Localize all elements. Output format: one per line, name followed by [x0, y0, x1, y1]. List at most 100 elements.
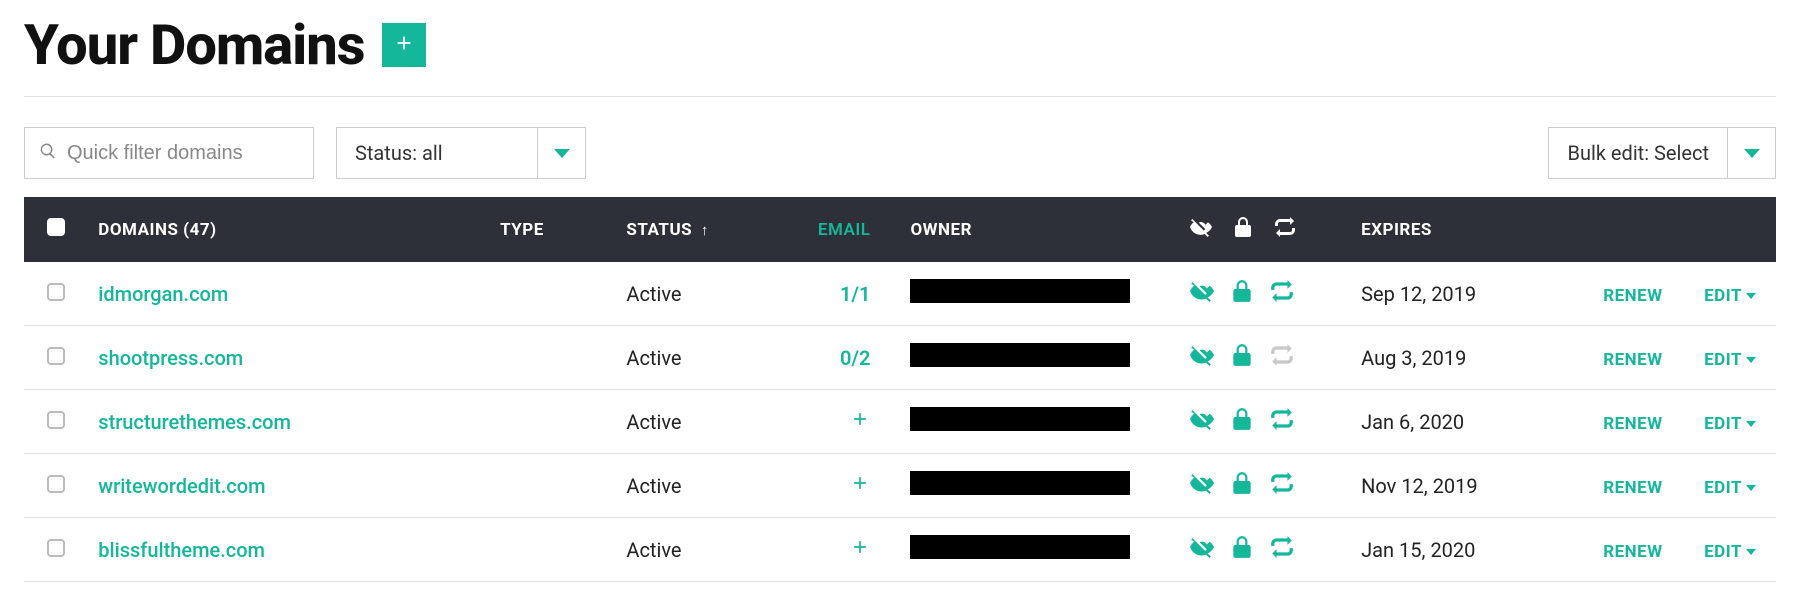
- bulk-edit-caret[interactable]: [1727, 128, 1775, 178]
- chevron-down-icon: [1746, 421, 1756, 427]
- select-all-checkbox[interactable]: [47, 218, 65, 236]
- renew-button[interactable]: RENEW: [1603, 542, 1662, 562]
- add-domain-button[interactable]: [382, 23, 426, 67]
- sort-ascending-icon: ↑: [701, 221, 709, 239]
- edit-button[interactable]: EDIT: [1704, 350, 1756, 370]
- add-email-button[interactable]: [850, 474, 870, 498]
- col-flags: [1179, 197, 1351, 262]
- col-domains[interactable]: DOMAINS (47): [88, 197, 490, 262]
- row-checkbox[interactable]: [47, 411, 65, 429]
- renew-button[interactable]: RENEW: [1603, 350, 1662, 370]
- domain-link[interactable]: writewordedit.com: [98, 474, 265, 498]
- renew-button[interactable]: RENEW: [1603, 478, 1662, 498]
- lock-icon[interactable]: [1229, 406, 1255, 437]
- type-cell: [490, 262, 616, 326]
- chevron-down-icon: [1746, 357, 1756, 363]
- row-checkbox[interactable]: [47, 283, 65, 301]
- owner-redacted: [910, 535, 1130, 559]
- chevron-down-icon: [1746, 293, 1756, 299]
- type-cell: [490, 454, 616, 518]
- col-status[interactable]: STATUS ↑: [616, 197, 788, 262]
- bulk-edit-dropdown[interactable]: Bulk edit: Select: [1548, 127, 1776, 179]
- renew-button[interactable]: RENEW: [1603, 286, 1662, 306]
- chevron-down-icon: [1746, 549, 1756, 555]
- privacy-icon: [1189, 215, 1213, 244]
- status-cell: Active: [616, 262, 788, 326]
- expires-cell: Jan 15, 2020: [1351, 518, 1558, 582]
- autorenew-icon: [1273, 215, 1297, 244]
- edit-label: EDIT: [1704, 414, 1742, 434]
- table-row: idmorgan.com Active 1/1 Sep 12, 2019 REN…: [24, 262, 1776, 326]
- type-cell: [490, 326, 616, 390]
- table-row: blissfultheme.com Active Jan 15, 2020 RE…: [24, 518, 1776, 582]
- page-title: Your Domains: [24, 12, 364, 78]
- privacy-icon[interactable]: [1189, 406, 1215, 437]
- row-checkbox[interactable]: [47, 347, 65, 365]
- privacy-icon[interactable]: [1189, 470, 1215, 501]
- lock-icon: [1231, 215, 1255, 244]
- expires-cell: Aug 3, 2019: [1351, 326, 1558, 390]
- type-cell: [490, 390, 616, 454]
- table-row: structurethemes.com Active Jan 6, 2020 R…: [24, 390, 1776, 454]
- edit-button[interactable]: EDIT: [1704, 542, 1756, 562]
- bulk-edit-label: Bulk edit: Select: [1549, 128, 1727, 178]
- lock-icon[interactable]: [1229, 278, 1255, 309]
- domain-link[interactable]: blissfultheme.com: [98, 538, 265, 562]
- plus-icon: [393, 32, 415, 58]
- renew-button[interactable]: RENEW: [1603, 414, 1662, 434]
- edit-label: EDIT: [1704, 286, 1742, 306]
- edit-label: EDIT: [1704, 350, 1742, 370]
- edit-label: EDIT: [1704, 542, 1742, 562]
- table-row: writewordedit.com Active Nov 12, 2019 RE…: [24, 454, 1776, 518]
- lock-icon[interactable]: [1229, 534, 1255, 565]
- lock-icon[interactable]: [1229, 470, 1255, 501]
- edit-button[interactable]: EDIT: [1704, 414, 1756, 434]
- table-row: shootpress.com Active 0/2 Aug 3, 2019 RE…: [24, 326, 1776, 390]
- row-checkbox[interactable]: [47, 539, 65, 557]
- status-cell: Active: [616, 518, 788, 582]
- chevron-down-icon: [1746, 485, 1756, 491]
- chevron-down-icon: [1744, 149, 1760, 158]
- controls-bar: Status: all Bulk edit: Select: [24, 127, 1776, 179]
- col-owner[interactable]: OWNER: [880, 197, 1179, 262]
- row-checkbox[interactable]: [47, 475, 65, 493]
- search-icon: [39, 141, 57, 165]
- expires-cell: Jan 6, 2020: [1351, 390, 1558, 454]
- status-filter-dropdown[interactable]: Status: all: [336, 127, 586, 179]
- col-type[interactable]: TYPE: [490, 197, 616, 262]
- add-email-button[interactable]: [850, 538, 870, 562]
- lock-icon[interactable]: [1229, 342, 1255, 373]
- add-email-button[interactable]: [850, 410, 870, 434]
- edit-label: EDIT: [1704, 478, 1742, 498]
- autorenew-icon[interactable]: [1269, 406, 1295, 437]
- autorenew-icon[interactable]: [1269, 278, 1295, 309]
- privacy-icon[interactable]: [1189, 278, 1215, 309]
- domain-link[interactable]: structurethemes.com: [98, 410, 291, 434]
- status-filter-caret[interactable]: [537, 128, 585, 178]
- expires-cell: Sep 12, 2019: [1351, 262, 1558, 326]
- autorenew-icon[interactable]: [1269, 534, 1295, 565]
- privacy-icon[interactable]: [1189, 342, 1215, 373]
- edit-button[interactable]: EDIT: [1704, 286, 1756, 306]
- email-count[interactable]: 1/1: [840, 282, 870, 306]
- page-header: Your Domains: [24, 0, 1776, 97]
- autorenew-icon[interactable]: [1269, 342, 1295, 373]
- search-box[interactable]: [24, 127, 314, 179]
- status-cell: Active: [616, 326, 788, 390]
- col-status-label: STATUS: [626, 220, 692, 240]
- edit-button[interactable]: EDIT: [1704, 478, 1756, 498]
- expires-cell: Nov 12, 2019: [1351, 454, 1558, 518]
- domain-link[interactable]: idmorgan.com: [98, 282, 228, 306]
- status-cell: Active: [616, 390, 788, 454]
- status-cell: Active: [616, 454, 788, 518]
- privacy-icon[interactable]: [1189, 534, 1215, 565]
- owner-redacted: [910, 279, 1130, 303]
- autorenew-icon[interactable]: [1269, 470, 1295, 501]
- email-count[interactable]: 0/2: [840, 346, 870, 370]
- type-cell: [490, 518, 616, 582]
- col-email[interactable]: EMAIL: [789, 197, 881, 262]
- search-input[interactable]: [67, 142, 299, 165]
- owner-redacted: [910, 471, 1130, 495]
- col-expires[interactable]: EXPIRES: [1351, 197, 1558, 262]
- domain-link[interactable]: shootpress.com: [98, 346, 243, 370]
